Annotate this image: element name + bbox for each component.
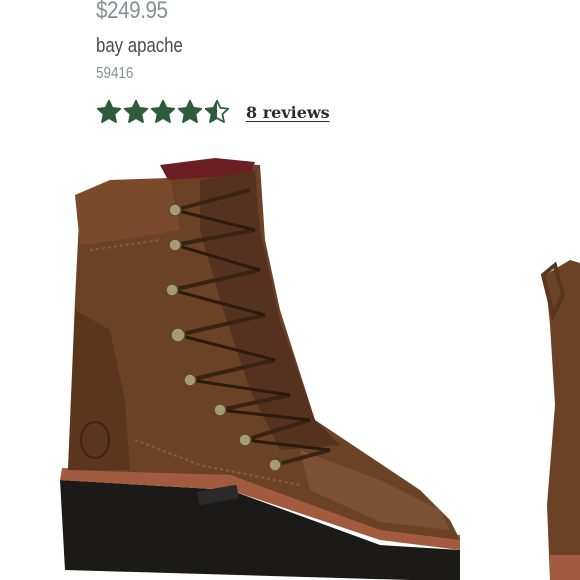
product-sku: 59416 — [96, 65, 134, 82]
star-full-icon — [150, 99, 176, 123]
star-half-icon — [204, 99, 230, 123]
star-full-icon — [96, 99, 122, 123]
product-image-boot[interactable] — [50, 150, 480, 580]
star-full-icon — [123, 99, 149, 123]
star-rating[interactable] — [96, 99, 230, 125]
product-thumbnail-boot[interactable] — [535, 255, 580, 580]
product-price: $249.95 — [96, 0, 168, 24]
reviews-link[interactable]: 8 reviews — [246, 103, 330, 122]
product-color-name: bay apache — [96, 35, 183, 57]
star-full-icon — [177, 99, 203, 123]
rating-row: 8 reviews — [96, 99, 330, 125]
product-page: $249.95 bay apache 59416 8 reviews — [0, 0, 580, 580]
